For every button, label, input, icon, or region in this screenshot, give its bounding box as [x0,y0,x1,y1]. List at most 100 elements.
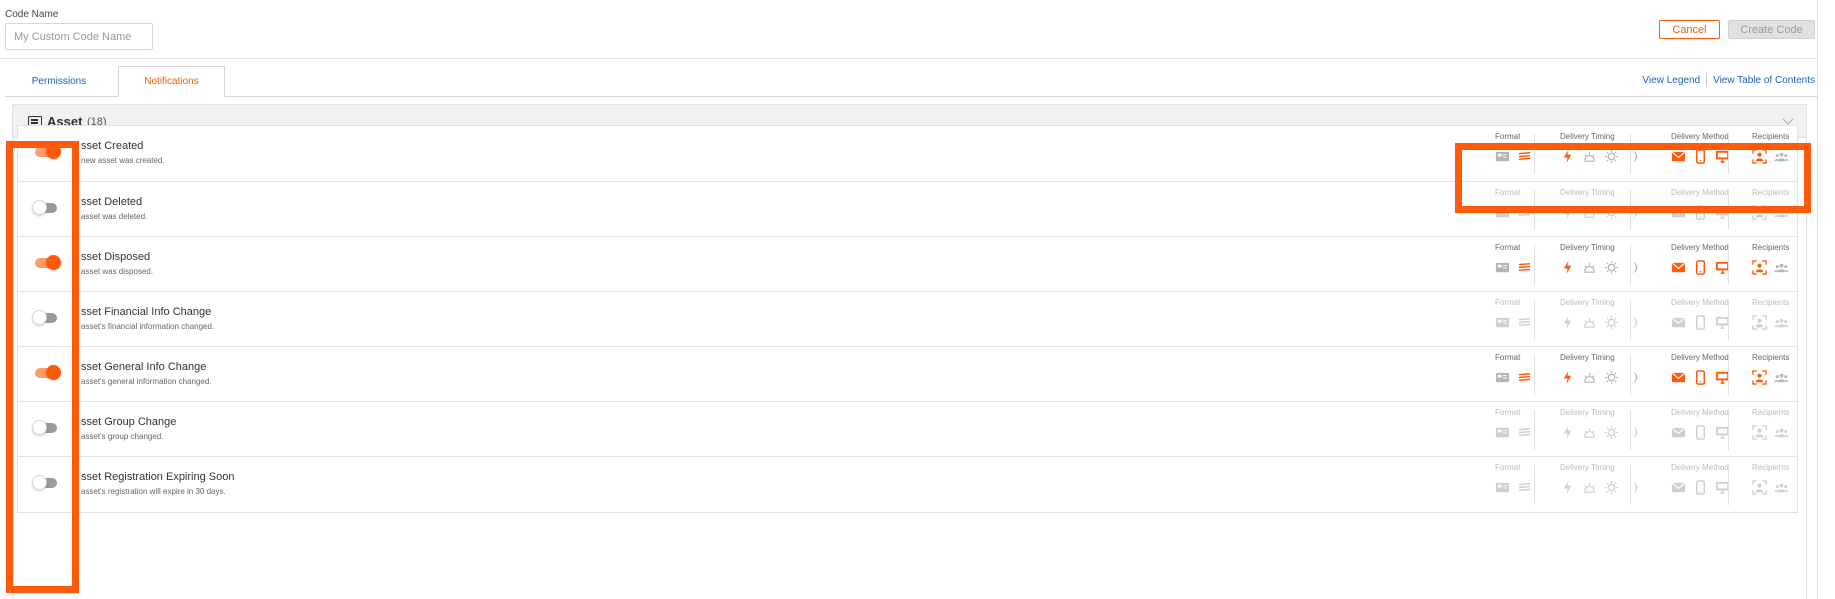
recipients-section: Recipients [1752,353,1789,398]
window-edge [1817,0,1818,599]
mobile-icon [1693,205,1708,225]
notification-title: sset Group Change [81,416,177,428]
card-format-icon[interactable] [1495,149,1510,169]
format-label: Format [1495,353,1521,362]
group-recipient-icon[interactable] [1774,149,1789,169]
card-format-icon [1495,315,1510,335]
method-label: Delivery Method [1671,188,1729,197]
section-divider [1728,300,1729,340]
email-icon[interactable] [1671,260,1686,280]
code-name-input[interactable] [5,23,153,50]
card-format-icon[interactable] [1495,260,1510,280]
notification-description: asset's general information changed. [81,377,212,386]
text-lines-icon [1517,480,1532,500]
mobile-icon[interactable] [1693,149,1708,169]
cancel-button[interactable]: Cancel [1659,20,1720,39]
sunrise-icon[interactable] [1582,370,1597,390]
format-label: Format [1495,132,1521,141]
sunrise-icon [1582,425,1597,445]
notification-title: sset Created [81,140,144,152]
email-icon [1671,480,1686,500]
card-format-icon [1495,480,1510,500]
recipients-section: Recipients [1752,463,1789,508]
toggle-knob [32,420,47,435]
notification-settings: Format Delivery Timing Delivery Method Reci… [1476,408,1796,453]
view-toc-link[interactable]: View Table of Contents [1713,75,1815,86]
tab-permissions[interactable]: Permissions [5,66,113,97]
method-section: Delivery Method [1671,298,1730,343]
notification-row: sset Disposed asset was disposed. Format De… [17,236,1798,293]
lightning-icon[interactable] [1560,370,1575,390]
notification-title: sset Registration Expiring Soon [81,471,235,483]
section-divider [1630,465,1631,505]
section-divider [1630,134,1631,174]
moon-icon [1626,315,1641,335]
moon-icon[interactable] [1626,149,1641,169]
notification-toggle[interactable] [35,255,61,270]
moon-icon [1626,425,1641,445]
card-format-icon [1495,425,1510,445]
individual-recipient-icon[interactable] [1752,370,1767,390]
sunrise-icon [1582,480,1597,500]
mobile-icon[interactable] [1693,370,1708,390]
email-icon [1671,205,1686,225]
group-recipient-icon[interactable] [1774,370,1789,390]
notification-toggle[interactable] [32,420,57,435]
recipients-section: Recipients [1752,298,1789,343]
mobile-icon[interactable] [1693,260,1708,280]
individual-recipient-icon[interactable] [1752,149,1767,169]
sunrise-icon[interactable] [1582,260,1597,280]
recipients-section: Recipients [1752,408,1789,453]
recipients-label: Recipients [1752,298,1790,307]
lightning-icon[interactable] [1560,260,1575,280]
notification-description: asset's registration will expire in 30 d… [81,487,226,496]
text-lines-icon[interactable] [1517,370,1532,390]
notification-toggle[interactable] [35,144,61,159]
text-lines-icon[interactable] [1517,260,1532,280]
notification-toggle[interactable] [35,365,61,380]
recipients-section: Recipients [1752,188,1789,233]
notification-toggle[interactable] [32,200,57,215]
sun-icon [1604,480,1619,500]
timing-label: Delivery Timing [1560,132,1615,141]
recipients-section: Recipients [1752,132,1789,177]
email-icon[interactable] [1671,149,1686,169]
moon-icon [1626,205,1641,225]
email-icon [1671,425,1686,445]
text-lines-icon[interactable] [1517,149,1532,169]
format-section: Format [1495,408,1531,453]
sun-icon[interactable] [1604,260,1619,280]
timing-label: Delivery Timing [1560,188,1615,197]
view-legend-link[interactable]: View Legend [1642,75,1700,86]
section-divider [1630,410,1631,450]
timing-label: Delivery Timing [1560,298,1615,307]
section-divider [1728,355,1729,395]
moon-icon[interactable] [1626,370,1641,390]
notification-toggle[interactable] [32,310,57,325]
tab-notifications[interactable]: Notifications [118,66,225,97]
lightning-icon[interactable] [1560,149,1575,169]
group-recipient-icon [1774,315,1789,335]
sun-icon[interactable] [1604,370,1619,390]
timing-section: Delivery Timing [1560,132,1638,177]
timing-section: Delivery Timing [1560,463,1638,508]
lightning-icon [1560,315,1575,335]
format-section: Format [1495,298,1531,343]
notification-toggle[interactable] [32,475,57,490]
method-section: Delivery Method [1671,408,1730,453]
recipients-section: Recipients [1752,243,1789,288]
email-icon[interactable] [1671,370,1686,390]
method-section: Delivery Method [1671,353,1730,398]
format-section: Format [1495,353,1531,398]
sun-icon[interactable] [1604,149,1619,169]
sunrise-icon[interactable] [1582,149,1597,169]
create-code-button[interactable]: Create Code [1728,20,1815,39]
card-format-icon[interactable] [1495,370,1510,390]
moon-icon[interactable] [1626,260,1641,280]
format-section: Format [1495,132,1531,177]
individual-recipient-icon[interactable] [1752,260,1767,280]
chevron-down-icon[interactable] [1782,113,1794,125]
group-recipient-icon[interactable] [1774,260,1789,280]
format-label: Format [1495,298,1521,307]
code-name-label: Code Name [5,9,59,20]
